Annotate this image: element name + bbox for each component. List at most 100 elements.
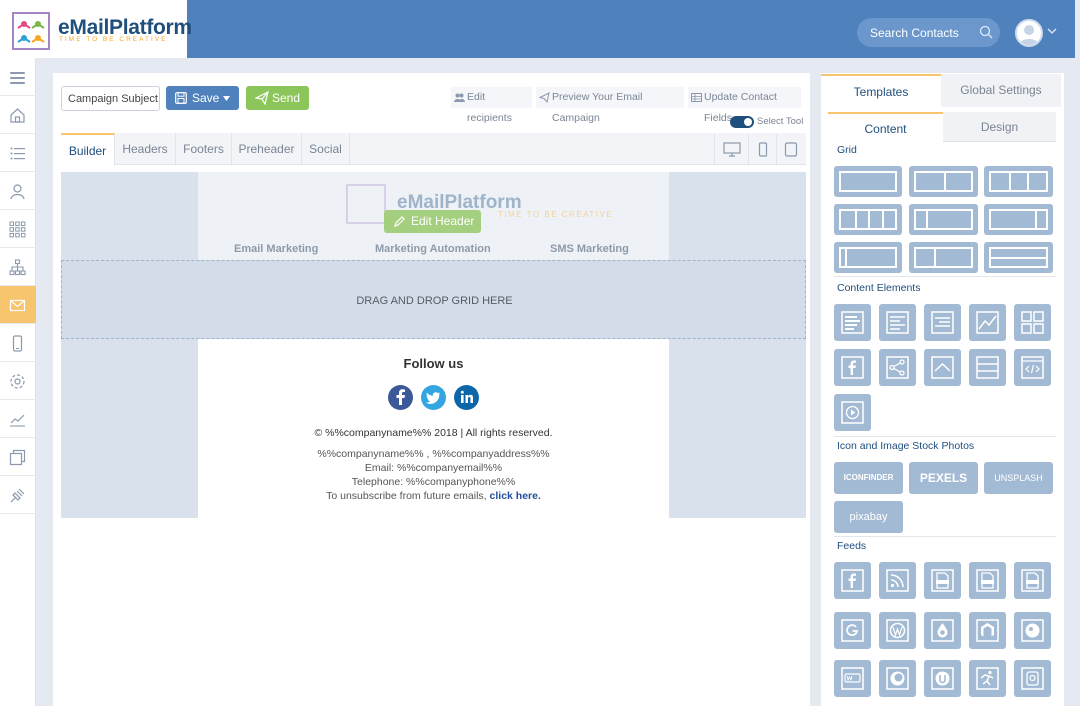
edit-header-button[interactable]: Edit Header: [384, 210, 481, 233]
campaign-subject-input[interactable]: [61, 86, 160, 111]
grid-narrow-left-tile[interactable]: [834, 242, 902, 273]
gallery-icon[interactable]: [1014, 304, 1051, 341]
sidebar-item-sms[interactable]: [0, 324, 36, 362]
unsplash-button[interactable]: UNSPLASH: [984, 462, 1053, 494]
sidebar-item-apps[interactable]: [0, 210, 36, 248]
copyright-text: © %%companyname%% 2018 | All rights rese…: [314, 427, 553, 439]
caret-down-icon[interactable]: [223, 96, 230, 101]
edit-recipients-link[interactable]: Edit recipients: [451, 87, 532, 124]
follow-us-heading: Follow us: [403, 356, 464, 371]
sidebar-item-automation[interactable]: [0, 248, 36, 286]
company-address: %%companyname%% , %%companyaddress%%: [317, 448, 550, 460]
sidebar-item-settings[interactable]: [0, 362, 36, 400]
shop-feed-icon[interactable]: [1014, 660, 1051, 697]
grid-2-column-tile[interactable]: [909, 166, 978, 197]
sidebar-item-integrations[interactable]: [0, 476, 36, 514]
linkedin-icon[interactable]: [454, 385, 479, 410]
divider-up-icon[interactable]: [924, 349, 961, 386]
email-footer-block[interactable]: Follow us © %%companyname%% 2018 | All r…: [198, 339, 669, 518]
sidebar-item-lists[interactable]: [0, 134, 36, 172]
search-box[interactable]: [857, 18, 1000, 47]
ubercart-icon[interactable]: [924, 660, 961, 697]
twitter-icon[interactable]: [421, 385, 446, 410]
section-divider: [834, 436, 1056, 437]
iconfinder-button[interactable]: ICONFINDER: [834, 462, 903, 494]
header-menu-item[interactable]: Email Marketing: [234, 243, 318, 255]
tablet-view-button[interactable]: [748, 134, 776, 165]
image-icon[interactable]: [969, 304, 1006, 341]
video-icon[interactable]: [834, 394, 871, 431]
grid-3-column-tile[interactable]: [984, 166, 1053, 197]
facebook-icon[interactable]: [834, 349, 871, 386]
sidebar-item-home[interactable]: [0, 96, 36, 134]
woocommerce-icon[interactable]: [834, 660, 871, 697]
text-right-icon[interactable]: [924, 304, 961, 341]
share-icon[interactable]: [879, 349, 916, 386]
sidebar-item-templates[interactable]: [0, 438, 36, 476]
tab-headers[interactable]: Headers: [115, 133, 176, 165]
tab-footers[interactable]: Footers: [176, 133, 232, 165]
pencil-icon: [394, 216, 405, 227]
stats-icon: [10, 414, 25, 427]
chevron-down-icon[interactable]: [1047, 27, 1057, 35]
tab-preheader[interactable]: Preheader: [232, 133, 302, 165]
opencart-icon[interactable]: [879, 660, 916, 697]
sidebar-item-stats[interactable]: [0, 400, 36, 438]
wordpress-icon[interactable]: [879, 612, 916, 649]
header-menu-item[interactable]: Marketing Automation: [375, 243, 491, 255]
grid-2-row-tile[interactable]: [984, 242, 1053, 273]
update-contact-fields-link[interactable]: Update Contact Fields: [688, 87, 801, 124]
send-button[interactable]: Send: [246, 86, 309, 110]
grid-drop-zone[interactable]: DRAG AND DROP GRID HERE: [61, 260, 806, 339]
header-logo-mark-icon: [346, 184, 386, 224]
unsubscribe-text: To unsubscribe from future emails,: [326, 490, 487, 502]
drop-feed-icon[interactable]: [924, 612, 961, 649]
save-button[interactable]: Save: [166, 86, 239, 110]
facebook-icon[interactable]: [388, 385, 413, 410]
unsubscribe-link[interactable]: click here.: [490, 490, 541, 502]
tab-design[interactable]: Design: [943, 112, 1056, 142]
html-code-icon[interactable]: [1014, 349, 1051, 386]
search-icon[interactable]: [979, 25, 993, 39]
sidebar-item-email[interactable]: [0, 286, 36, 324]
prestashop-icon[interactable]: [1014, 612, 1051, 649]
tab-social[interactable]: Social: [302, 133, 350, 165]
pexels-button[interactable]: PEXELS: [909, 462, 978, 494]
sidebar-item-menu[interactable]: [0, 58, 36, 96]
text-block-icon[interactable]: [834, 304, 871, 341]
desktop-view-button[interactable]: [714, 134, 748, 165]
grid-4-column-tile[interactable]: [834, 204, 902, 235]
tab-global-settings[interactable]: Global Settings: [941, 74, 1061, 107]
grid-left-sidebar-tile[interactable]: [909, 204, 978, 235]
grid-1-column-tile[interactable]: [834, 166, 902, 197]
paper-plane-icon: [539, 92, 550, 103]
grid-left-third-tile[interactable]: [909, 242, 978, 273]
tab-content[interactable]: Content: [828, 112, 943, 142]
grid-right-sidebar-tile[interactable]: [984, 204, 1053, 235]
search-input[interactable]: [857, 18, 977, 47]
magento-icon[interactable]: [969, 612, 1006, 649]
preview-campaign-link[interactable]: Preview Your Email Campaign: [536, 87, 684, 124]
runner-feed-icon[interactable]: [969, 660, 1006, 697]
pixabay-button[interactable]: pixabay: [834, 501, 903, 533]
email-canvas[interactable]: eMailPlatform TIME TO BE CREATIVE Edit H…: [61, 172, 806, 518]
user-icon: [1019, 25, 1039, 45]
json-feed-icon[interactable]: [969, 562, 1006, 599]
tablet-landscape-view-button[interactable]: [776, 134, 804, 165]
facebook-feed-icon[interactable]: [834, 562, 871, 599]
google-shopping-icon[interactable]: [834, 612, 871, 649]
header-menu-item[interactable]: SMS Marketing: [550, 243, 629, 255]
csv-feed-icon[interactable]: [1014, 562, 1051, 599]
toggle-switch[interactable]: [730, 116, 754, 128]
rss-icon[interactable]: [879, 562, 916, 599]
text-left-icon[interactable]: [879, 304, 916, 341]
tab-templates[interactable]: Templates: [821, 74, 941, 107]
spacer-icon[interactable]: [969, 349, 1006, 386]
xml-feed-icon[interactable]: [924, 562, 961, 599]
sidebar-item-contacts[interactable]: [0, 172, 36, 210]
tab-builder[interactable]: Builder: [61, 133, 115, 165]
window-edge: [1075, 0, 1080, 706]
logo[interactable]: eMailPlatform TIME TO BE CREATIVE: [0, 0, 192, 58]
avatar[interactable]: [1015, 19, 1043, 47]
email-header-block[interactable]: eMailPlatform TIME TO BE CREATIVE Edit H…: [198, 172, 669, 260]
